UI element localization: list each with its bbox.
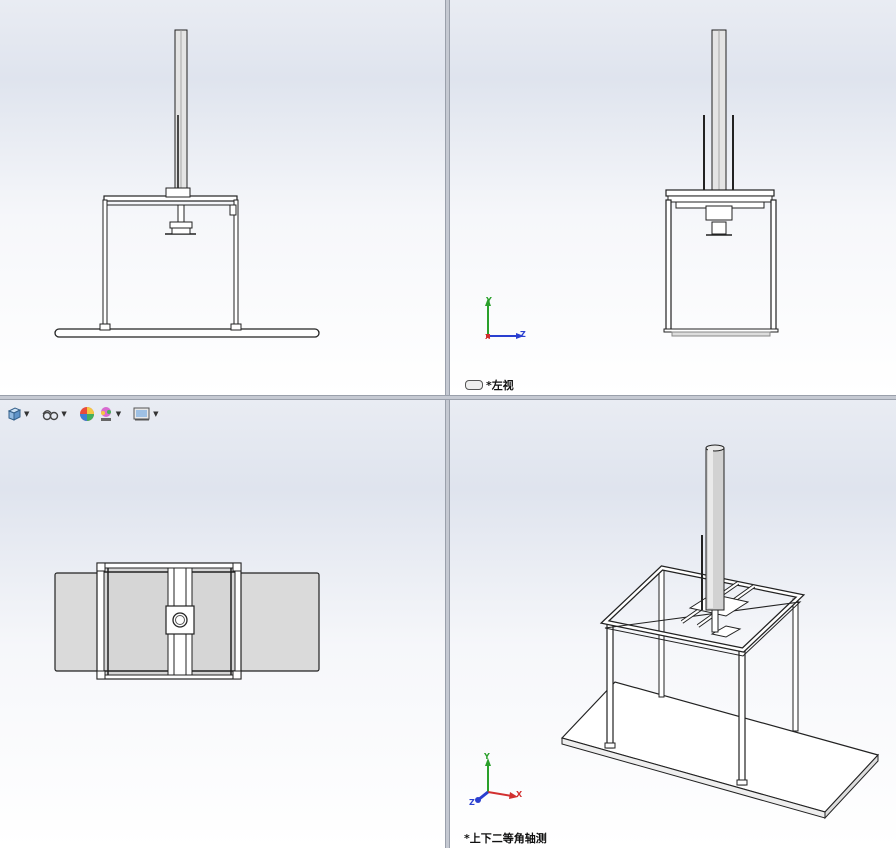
viewport-label: *上下二等角轴测 <box>464 832 547 845</box>
display-style-button[interactable]: ▼ <box>6 406 29 422</box>
edit-appearance-button[interactable] <box>79 406 95 422</box>
triad-x-label: X <box>485 333 491 341</box>
view-settings-button[interactable]: ▼ <box>133 406 159 422</box>
viewport-front[interactable] <box>0 0 445 395</box>
hide-show-button[interactable]: ▼ <box>41 406 67 422</box>
viewport-splitter-horizontal[interactable] <box>0 395 896 400</box>
apply-scene-button[interactable]: ▼ <box>98 406 121 422</box>
triad-x-label: X <box>516 790 523 799</box>
viewport-top[interactable]: ▼ ▼ ▼ ▼ <box>0 400 445 848</box>
chevron-down-icon: ▼ <box>61 410 67 418</box>
viewport-splitter-vertical[interactable] <box>445 0 450 848</box>
hide-show-items-icon <box>42 410 59 421</box>
triad-y-label: Y <box>484 752 490 761</box>
display-style-cube-icon <box>7 407 22 421</box>
chevron-down-icon: ▼ <box>115 410 122 418</box>
front-view-model <box>54 29 320 338</box>
top-view-model <box>54 562 320 680</box>
viewport-label: *左视 <box>486 379 514 392</box>
axis-triad <box>475 758 518 803</box>
triad-z-label: Z <box>469 798 475 807</box>
viewport-isometric[interactable]: Y X Z *上下二等角轴测 <box>450 400 896 848</box>
chevron-down-icon: ▼ <box>24 410 30 418</box>
triad-y-label: Y <box>486 296 492 305</box>
viewport-left[interactable]: Y Z X *左视 <box>450 0 896 395</box>
apply-scene-icon <box>100 407 111 421</box>
graphics-area[interactable]: Y Z X *左视 ▼ ▼ ▼ ▼ Y X Z *上下二等角轴测 <box>0 0 896 848</box>
edit-appearance-icon <box>79 407 94 421</box>
view-heads-up-toolbar: ▼ ▼ ▼ ▼ <box>6 406 159 422</box>
chevron-down-icon: ▼ <box>153 410 159 418</box>
link-icon[interactable] <box>465 380 483 390</box>
triad-z-label: Z <box>520 330 526 339</box>
view-settings-icon <box>133 407 150 421</box>
